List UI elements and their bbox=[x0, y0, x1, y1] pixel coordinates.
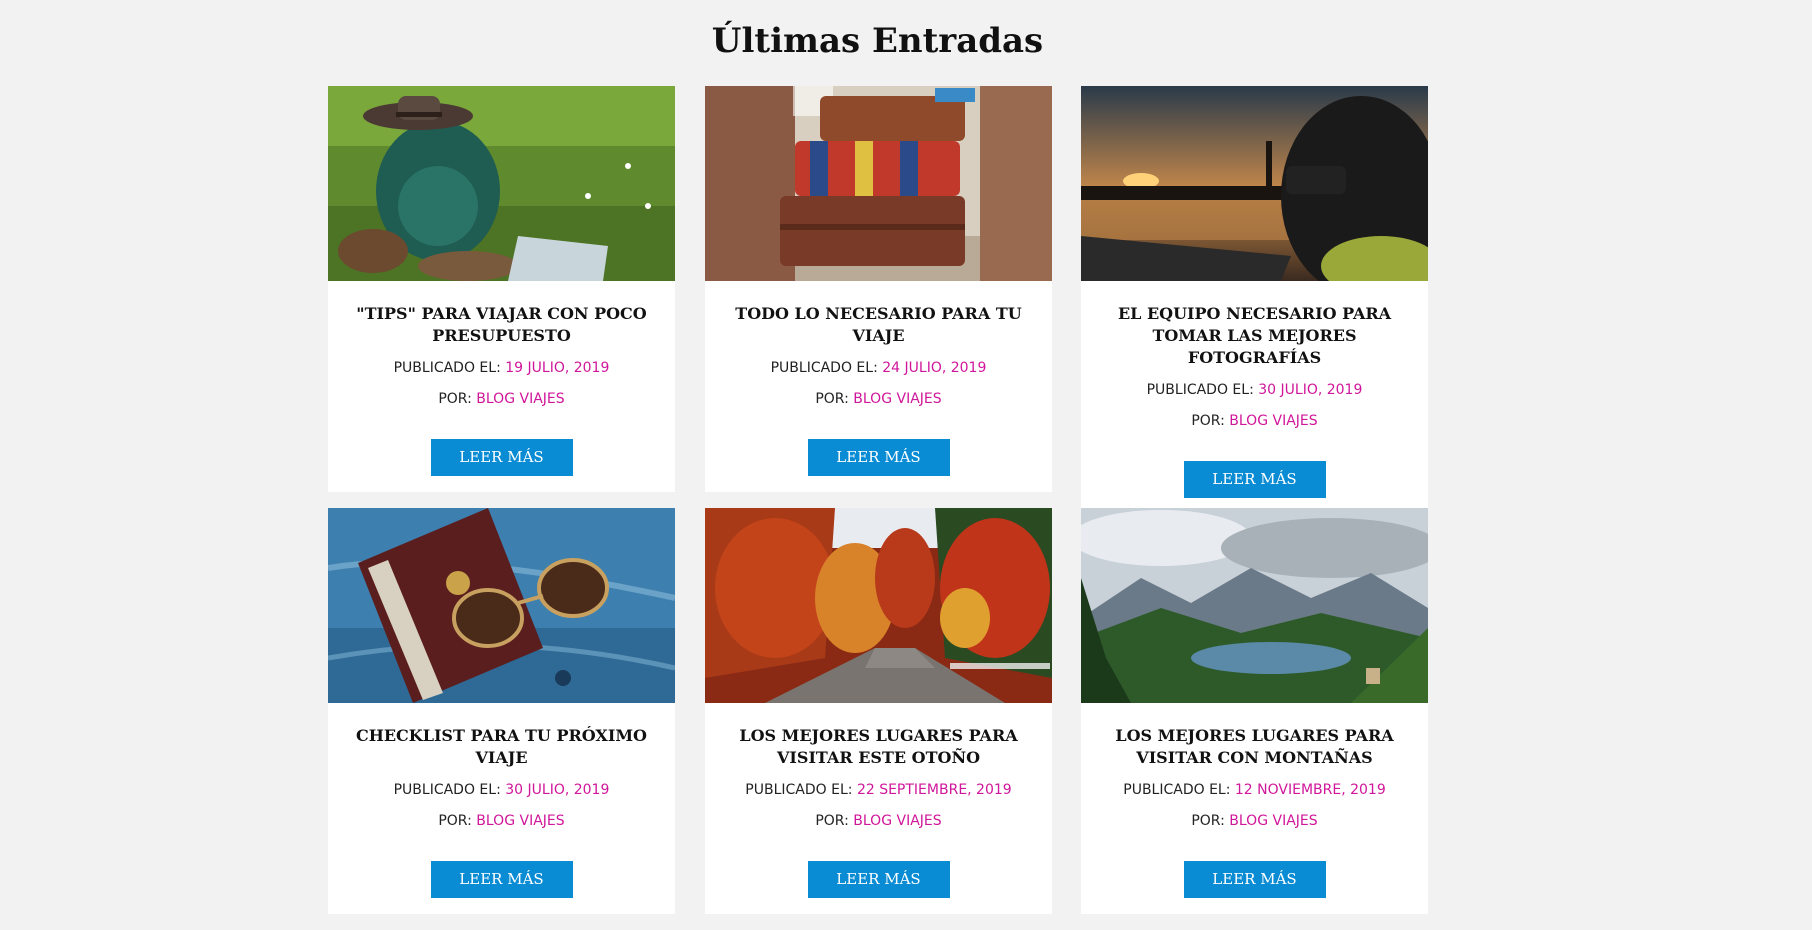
post-author-link[interactable]: BLOG VIAJES bbox=[1229, 413, 1317, 429]
post-card-body: EL EQUIPO NECESARIO PARA TOMAR LAS MEJOR… bbox=[1081, 281, 1428, 514]
post-thumbnail-mountains[interactable] bbox=[1081, 508, 1428, 703]
post-date-link[interactable]: 24 JULIO, 2019 bbox=[882, 360, 986, 376]
post-author-link[interactable]: BLOG VIAJES bbox=[853, 813, 941, 829]
published-label: PUBLICADO EL: bbox=[770, 360, 878, 376]
post-card: EL EQUIPO NECESARIO PARA TOMAR LAS MEJOR… bbox=[1081, 86, 1428, 514]
post-author: POR: BLOG VIAJES bbox=[721, 812, 1036, 830]
post-card-body: TODO LO NECESARIO PARA TU VIAJE PUBLICAD… bbox=[705, 281, 1052, 492]
post-thumbnail-suitcases[interactable] bbox=[705, 86, 1052, 281]
post-date-link[interactable]: 30 JULIO, 2019 bbox=[1258, 382, 1362, 398]
post-author: POR: BLOG VIAJES bbox=[1097, 812, 1412, 830]
published-label: PUBLICADO EL: bbox=[1123, 782, 1231, 798]
post-title[interactable]: CHECKLIST PARA TU PRÓXIMO VIAJE bbox=[344, 725, 659, 769]
posts-row-2: CHECKLIST PARA TU PRÓXIMO VIAJE PUBLICAD… bbox=[328, 508, 1428, 930]
post-author-link[interactable]: BLOG VIAJES bbox=[476, 391, 564, 407]
read-more-button[interactable]: LEER MÁS bbox=[807, 439, 950, 476]
post-date-link[interactable]: 30 JULIO, 2019 bbox=[505, 782, 609, 798]
published-label: PUBLICADO EL: bbox=[393, 782, 501, 798]
post-card: LOS MEJORES LUGARES PARA VISITAR CON MON… bbox=[1081, 508, 1428, 914]
posts-grid: "TIPS" PARA VIAJAR CON POCO PRESUPUESTO … bbox=[328, 86, 1428, 930]
published-label: PUBLICADO EL: bbox=[745, 782, 853, 798]
post-date: PUBLICADO EL: 12 NOVIEMBRE, 2019 bbox=[1097, 781, 1412, 799]
post-card: CHECKLIST PARA TU PRÓXIMO VIAJE PUBLICAD… bbox=[328, 508, 675, 914]
read-more-button[interactable]: LEER MÁS bbox=[430, 861, 573, 898]
post-title[interactable]: LOS MEJORES LUGARES PARA VISITAR ESTE OT… bbox=[721, 725, 1036, 769]
post-card-body: "TIPS" PARA VIAJAR CON POCO PRESUPUESTO … bbox=[328, 281, 675, 492]
post-card: TODO LO NECESARIO PARA TU VIAJE PUBLICAD… bbox=[705, 86, 1052, 492]
post-author: POR: BLOG VIAJES bbox=[1097, 412, 1412, 430]
read-more-button[interactable]: LEER MÁS bbox=[1183, 861, 1326, 898]
post-author-link[interactable]: BLOG VIAJES bbox=[1229, 813, 1317, 829]
post-author: POR: BLOG VIAJES bbox=[344, 812, 659, 830]
post-card-body: LOS MEJORES LUGARES PARA VISITAR CON MON… bbox=[1081, 703, 1428, 914]
author-label: POR: bbox=[815, 391, 849, 407]
post-date: PUBLICADO EL: 30 JULIO, 2019 bbox=[344, 781, 659, 799]
author-label: POR: bbox=[1191, 813, 1225, 829]
post-thumbnail-backpack[interactable] bbox=[328, 86, 675, 281]
post-title[interactable]: TODO LO NECESARIO PARA TU VIAJE bbox=[721, 303, 1036, 347]
post-author-link[interactable]: BLOG VIAJES bbox=[476, 813, 564, 829]
author-label: POR: bbox=[1191, 413, 1225, 429]
post-title[interactable]: "TIPS" PARA VIAJAR CON POCO PRESUPUESTO bbox=[344, 303, 659, 347]
post-card: "TIPS" PARA VIAJAR CON POCO PRESUPUESTO … bbox=[328, 86, 675, 492]
author-label: POR: bbox=[438, 813, 472, 829]
author-label: POR: bbox=[438, 391, 472, 407]
post-date: PUBLICADO EL: 24 JULIO, 2019 bbox=[721, 359, 1036, 377]
post-thumbnail-passport[interactable] bbox=[328, 508, 675, 703]
post-card: LOS MEJORES LUGARES PARA VISITAR ESTE OT… bbox=[705, 508, 1052, 914]
post-card-body: LOS MEJORES LUGARES PARA VISITAR ESTE OT… bbox=[705, 703, 1052, 914]
published-label: PUBLICADO EL: bbox=[393, 360, 501, 376]
post-author-link[interactable]: BLOG VIAJES bbox=[853, 391, 941, 407]
post-author: POR: BLOG VIAJES bbox=[344, 390, 659, 408]
post-author: POR: BLOG VIAJES bbox=[721, 390, 1036, 408]
section-title: Últimas Entradas bbox=[711, 21, 1044, 61]
post-thumbnail-photographer[interactable] bbox=[1081, 86, 1428, 281]
published-label: PUBLICADO EL: bbox=[1146, 382, 1254, 398]
post-date: PUBLICADO EL: 19 JULIO, 2019 bbox=[344, 359, 659, 377]
read-more-button[interactable]: LEER MÁS bbox=[1183, 461, 1326, 498]
post-date-link[interactable]: 19 JULIO, 2019 bbox=[505, 360, 609, 376]
post-date: PUBLICADO EL: 30 JULIO, 2019 bbox=[1097, 381, 1412, 399]
read-more-button[interactable]: LEER MÁS bbox=[430, 439, 573, 476]
post-thumbnail-autumn[interactable] bbox=[705, 508, 1052, 703]
post-title[interactable]: EL EQUIPO NECESARIO PARA TOMAR LAS MEJOR… bbox=[1097, 303, 1412, 369]
post-title[interactable]: LOS MEJORES LUGARES PARA VISITAR CON MON… bbox=[1097, 725, 1412, 769]
post-date-link[interactable]: 22 SEPTIEMBRE, 2019 bbox=[857, 782, 1012, 798]
read-more-button[interactable]: LEER MÁS bbox=[807, 861, 950, 898]
posts-row-1: "TIPS" PARA VIAJAR CON POCO PRESUPUESTO … bbox=[328, 86, 1428, 514]
post-card-body: CHECKLIST PARA TU PRÓXIMO VIAJE PUBLICAD… bbox=[328, 703, 675, 914]
post-date: PUBLICADO EL: 22 SEPTIEMBRE, 2019 bbox=[721, 781, 1036, 799]
post-date-link[interactable]: 12 NOVIEMBRE, 2019 bbox=[1235, 782, 1386, 798]
author-label: POR: bbox=[815, 813, 849, 829]
